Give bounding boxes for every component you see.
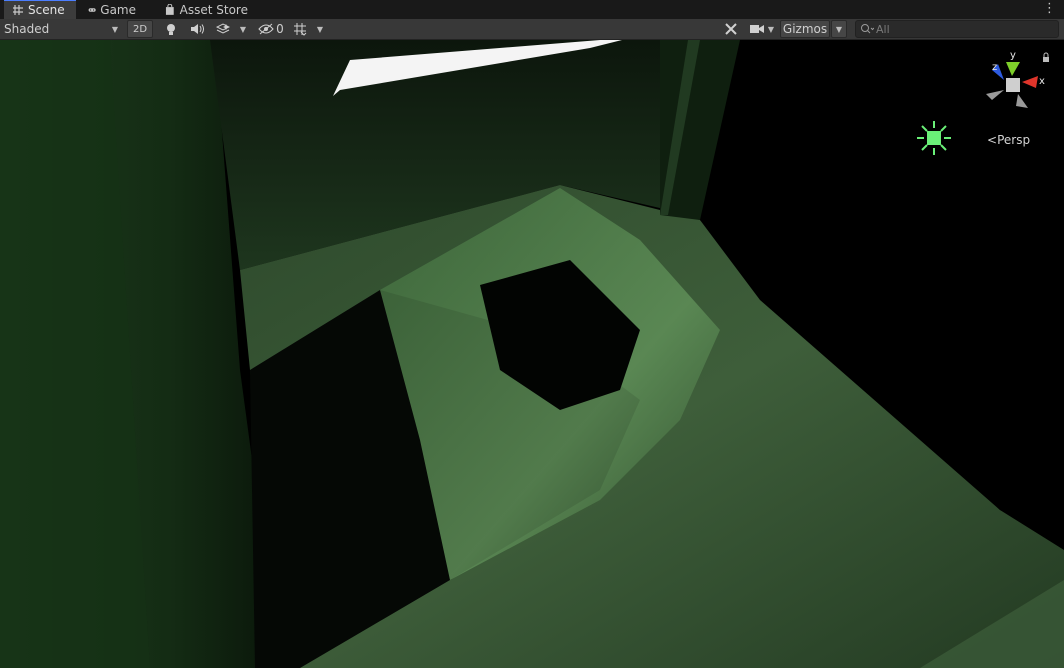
z-axis-label: z [992,62,997,73]
gizmos-button[interactable]: Gizmos [780,20,830,38]
window-tab-bar: Scene Game Asset Store ⋮ [0,0,1064,19]
shopping-bag-icon [165,3,174,15]
tab-label: Game [100,2,136,17]
audio-toggle-button[interactable] [186,20,208,38]
tab-asset-store[interactable]: Asset Store [156,0,256,19]
speaker-icon [191,24,204,34]
grid-dropdown[interactable]: ▼ [313,20,327,38]
lighting-toggle-button[interactable] [160,20,182,38]
scene-grid-icon [13,5,23,15]
chevron-down-icon: ▼ [111,24,118,34]
tab-label: Scene [28,3,65,17]
hidden-count: 0 [276,22,284,36]
chevron-down-icon: ▼ [835,24,843,34]
chevron-down-icon: ▼ [316,24,324,34]
search-input[interactable] [874,22,1048,36]
tools-icon [725,23,737,35]
camera-icon [749,25,764,33]
y-axis-cone [1006,62,1020,76]
gizmos-label: Gizmos [782,22,828,36]
scene-render [0,40,1064,668]
gizmos-dropdown[interactable]: ▼ [831,20,847,38]
tools-button[interactable] [721,20,741,38]
effects-toggle-button[interactable] [212,20,234,38]
scene-viewport[interactable]: y x z <Persp [0,40,1064,668]
more-options-icon[interactable]: ⋮ [1043,2,1056,15]
search-icon [861,24,874,34]
orientation-gizmo[interactable]: y x z [982,50,1046,120]
hidden-eye-icon [258,23,274,35]
hierarchy-search-field[interactable] [855,20,1059,38]
lock-icon[interactable] [1041,52,1051,62]
toggle-2d-label: 2D [132,23,148,35]
x-axis-cone [1022,76,1038,88]
scene-visibility-button[interactable]: 0 [256,20,286,38]
scene-toolbar: Shaded ▼ 2D ▼ 0 ▼ ▼ Gizmos ▼ All [0,19,1064,40]
tab-label: Asset Store [179,2,248,17]
grid-toggle-button[interactable] [290,20,310,38]
projection-toggle[interactable]: <Persp [987,133,1030,147]
tab-scene[interactable]: Scene [4,0,76,19]
projection-label: Persp [997,133,1031,147]
draw-mode-dropdown[interactable]: Shaded ▼ [0,20,122,38]
projection-chevron-icon: < [987,133,998,147]
x-axis-label: x [1039,76,1045,87]
gamepad-icon [88,7,96,12]
tab-game[interactable]: Game [80,0,144,19]
draw-mode-label: Shaded [4,22,50,36]
lightbulb-icon [167,23,175,35]
chevron-down-icon: ▼ [767,24,775,34]
camera-settings-dropdown[interactable]: ▼ [746,20,778,38]
grid-icon [294,23,307,36]
effects-dropdown[interactable]: ▼ [236,20,250,38]
y-axis-label: y [1010,50,1016,61]
directional-light-icon[interactable] [916,120,952,156]
chevron-down-icon: ▼ [239,24,247,34]
toggle-2d-button[interactable]: 2D [127,20,153,38]
layers-effects-icon [216,22,230,34]
